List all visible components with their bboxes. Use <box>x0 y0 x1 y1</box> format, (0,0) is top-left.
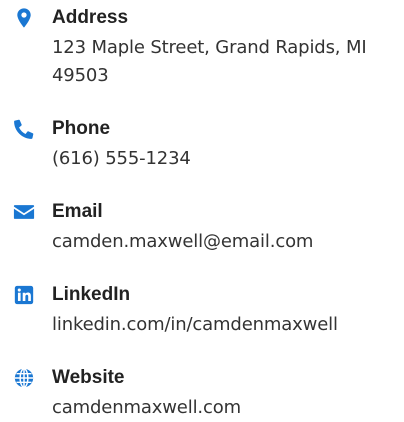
envelope-icon <box>13 201 35 223</box>
phone-icon <box>13 118 35 140</box>
linkedin-label: LinkedIn <box>52 284 131 305</box>
address-value: 123 Maple Street, Grand Rapids, MI 49503 <box>52 37 367 86</box>
map-pin-icon <box>13 7 35 29</box>
address-label: Address <box>52 7 129 28</box>
email-link[interactable]: camden.maxwell@email.com <box>52 228 397 256</box>
globe-icon <box>13 367 35 389</box>
website-link[interactable]: camdenmaxwell.com <box>52 394 397 422</box>
linkedin-icon <box>13 284 35 306</box>
email-label: Email <box>52 201 103 222</box>
linkedin-link[interactable]: linkedin.com/in/camdenmaxwell <box>52 311 397 339</box>
phone-label: Phone <box>52 118 111 139</box>
website-label: Website <box>52 367 125 388</box>
phone-link[interactable]: (616) 555-1234 <box>52 145 397 173</box>
